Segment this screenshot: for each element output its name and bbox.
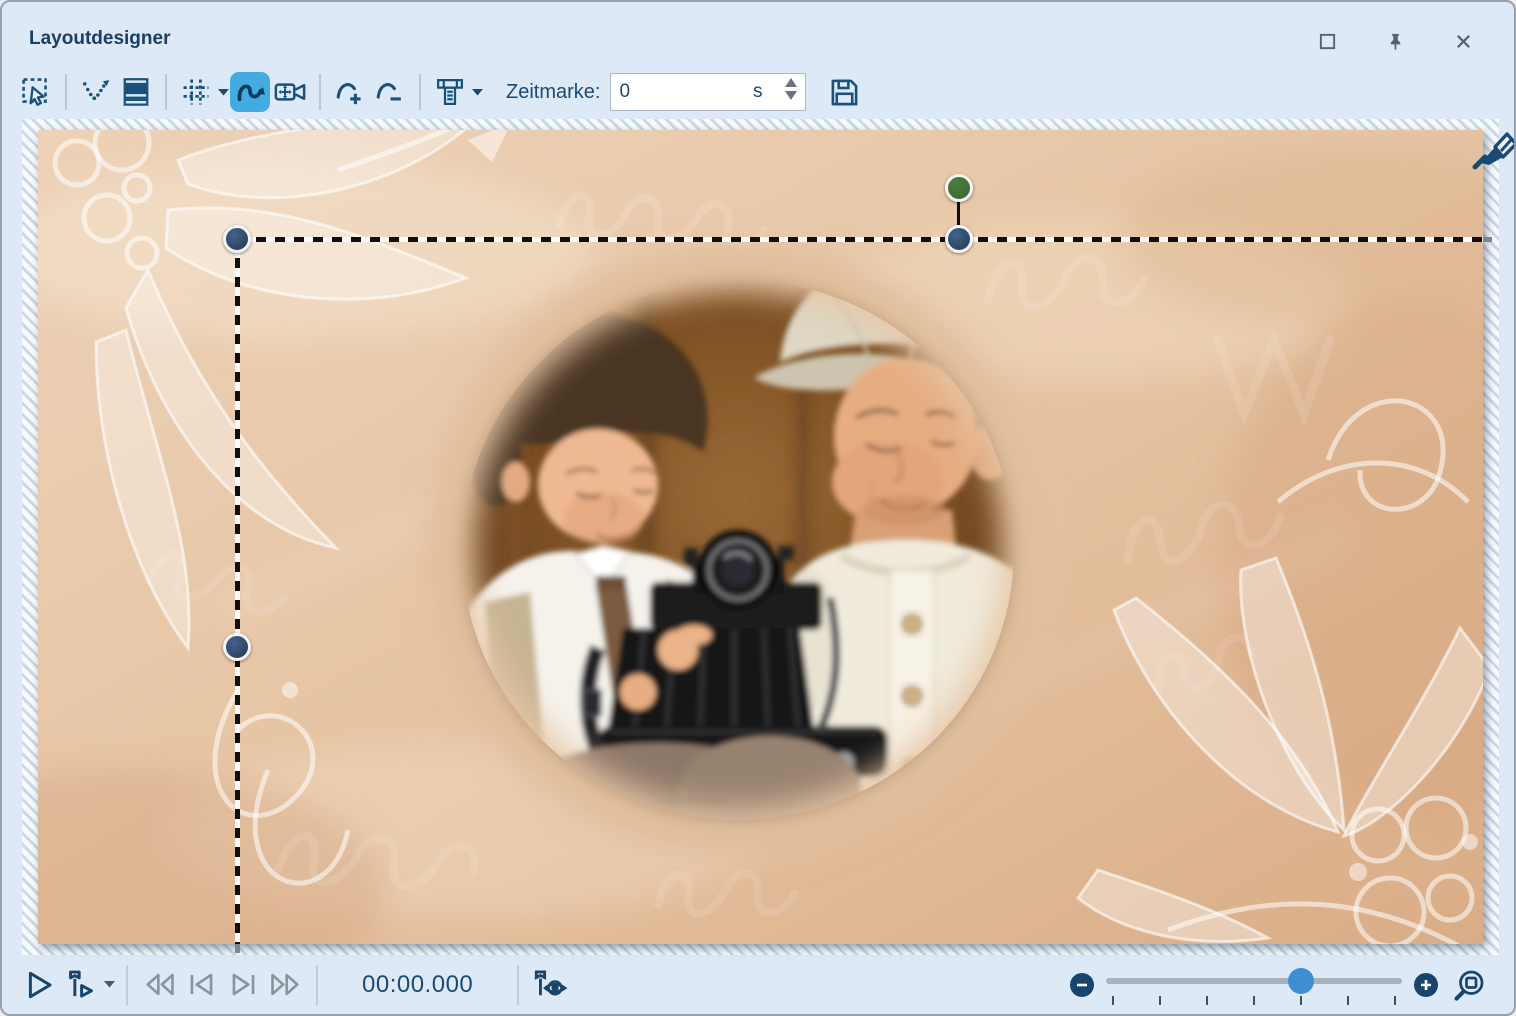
- grid-snap-tool-button[interactable]: [176, 72, 216, 112]
- zoom-tick: [1206, 996, 1208, 1005]
- transport-separator: [126, 965, 128, 1005]
- transport-separator: [316, 965, 318, 1005]
- timestamp-label: Zeitmarke:: [506, 81, 600, 104]
- grid-icon: [181, 77, 211, 107]
- zoom-slider-thumb[interactable]: [1288, 968, 1314, 994]
- play-from-marker-button[interactable]: [60, 964, 102, 1006]
- stacked-layers-icon: [121, 77, 151, 107]
- add-curve-point-button[interactable]: [330, 72, 370, 112]
- zoom-tick: [1300, 996, 1302, 1005]
- selection-edge-vertical-ext: [235, 944, 240, 955]
- timestamp-unit: s: [753, 81, 763, 103]
- top-center-handle[interactable]: [945, 225, 973, 253]
- transport-separator: [517, 965, 519, 1005]
- text-layout-dropdown-button[interactable]: [470, 72, 484, 112]
- zoom-slider-track[interactable]: [1106, 978, 1402, 984]
- zoom-slider[interactable]: [1106, 965, 1402, 1005]
- toolbar-separator: [165, 74, 167, 110]
- zoom-out-icon: [1076, 979, 1088, 991]
- zoom-tick: [1112, 996, 1114, 1005]
- zoom-out-button[interactable]: [1070, 973, 1094, 997]
- dotted-path-icon: [81, 77, 111, 107]
- pin-button[interactable]: [1384, 30, 1406, 52]
- select-tool-button[interactable]: [16, 72, 56, 112]
- close-button[interactable]: [1452, 30, 1474, 52]
- zoom-fit-icon: [1452, 968, 1486, 1002]
- curve-tool-button[interactable]: [230, 72, 270, 112]
- marker-visibility-button[interactable]: [529, 964, 571, 1006]
- motion-path-tool-button[interactable]: [76, 72, 116, 112]
- corner-handle[interactable]: [223, 225, 251, 253]
- play-button[interactable]: [18, 964, 60, 1006]
- next-icon: [228, 970, 259, 999]
- pen-cursor-icon: [1471, 131, 1516, 176]
- left-middle-handle[interactable]: [223, 633, 251, 661]
- timestamp-input[interactable]: [610, 73, 806, 111]
- save-disk-icon: [829, 77, 860, 108]
- zoom-tick: [1347, 996, 1349, 1005]
- zoom-in-button[interactable]: [1414, 973, 1438, 997]
- toolbar-separator: [419, 74, 421, 110]
- maximize-button[interactable]: [1316, 30, 1338, 52]
- maximize-icon: [1318, 32, 1337, 51]
- play-icon: [23, 969, 55, 1001]
- remove-curve-point-button[interactable]: [370, 72, 410, 112]
- previous-button[interactable]: [180, 964, 222, 1006]
- spinner-down-icon: [785, 91, 797, 100]
- curve-minus-icon: [375, 77, 406, 108]
- rewind-button[interactable]: [138, 964, 180, 1006]
- zoom-fit-button[interactable]: [1450, 964, 1488, 1006]
- marker-visibility-icon: [532, 969, 568, 1000]
- text-layout-tool-button[interactable]: [430, 72, 470, 112]
- dropdown-caret-icon: [104, 981, 115, 988]
- rotate-handle[interactable]: [945, 174, 973, 202]
- top-toolbar: Zeitmarke: s: [16, 64, 1500, 120]
- layoutdesigner-window: Layoutdesigner: [0, 0, 1516, 1016]
- slide-artwork: [38, 130, 1483, 944]
- titlebar: Layoutdesigner: [2, 2, 1514, 64]
- toolbar-separator: [65, 74, 67, 110]
- save-button[interactable]: [824, 72, 864, 112]
- zoom-tick: [1159, 996, 1161, 1005]
- camera-pan-tool-button[interactable]: [270, 72, 310, 112]
- camera-pan-icon: [274, 77, 306, 107]
- spinner-up-icon: [785, 78, 797, 87]
- pin-icon: [1386, 32, 1405, 51]
- rewind-icon: [143, 970, 176, 999]
- grid-dropdown-button[interactable]: [216, 72, 230, 112]
- curve-arrow-icon: [234, 76, 266, 108]
- screen: Layoutdesigner: [0, 0, 1516, 1016]
- next-button[interactable]: [222, 964, 264, 1006]
- selection-edge-horizontal[interactable]: [237, 237, 1483, 242]
- curve-plus-icon: [335, 77, 366, 108]
- zoom-slider-ticks: [1112, 996, 1396, 1005]
- toolbar-separator: [319, 74, 321, 110]
- layers-tool-button[interactable]: [116, 72, 156, 112]
- timestamp-spinner[interactable]: [785, 78, 797, 100]
- zoom-cluster: [1070, 955, 1488, 1014]
- previous-icon: [186, 970, 217, 999]
- zoom-in-icon: [1420, 979, 1432, 991]
- timestamp-field-wrap: s: [610, 73, 806, 111]
- dropdown-caret-icon: [472, 89, 483, 96]
- time-display: 00:00.000: [362, 971, 473, 999]
- layout-canvas[interactable]: [38, 130, 1483, 944]
- close-icon: [1454, 32, 1473, 51]
- selection-arrow-icon: [21, 77, 52, 108]
- play-from-marker-icon: [65, 969, 97, 1001]
- zoom-tick: [1394, 996, 1396, 1005]
- selection-edge-horizontal-ext: [1483, 237, 1500, 242]
- dropdown-caret-icon: [218, 89, 229, 96]
- play-options-dropdown[interactable]: [102, 965, 116, 1005]
- text-layout-icon: [435, 77, 465, 107]
- fast-forward-icon: [269, 970, 302, 999]
- fast-forward-button[interactable]: [264, 964, 306, 1006]
- zoom-tick: [1253, 996, 1255, 1005]
- window-title: Layoutdesigner: [29, 28, 170, 50]
- selection-edge-vertical[interactable]: [235, 239, 240, 944]
- canvas-margin: [22, 119, 1499, 955]
